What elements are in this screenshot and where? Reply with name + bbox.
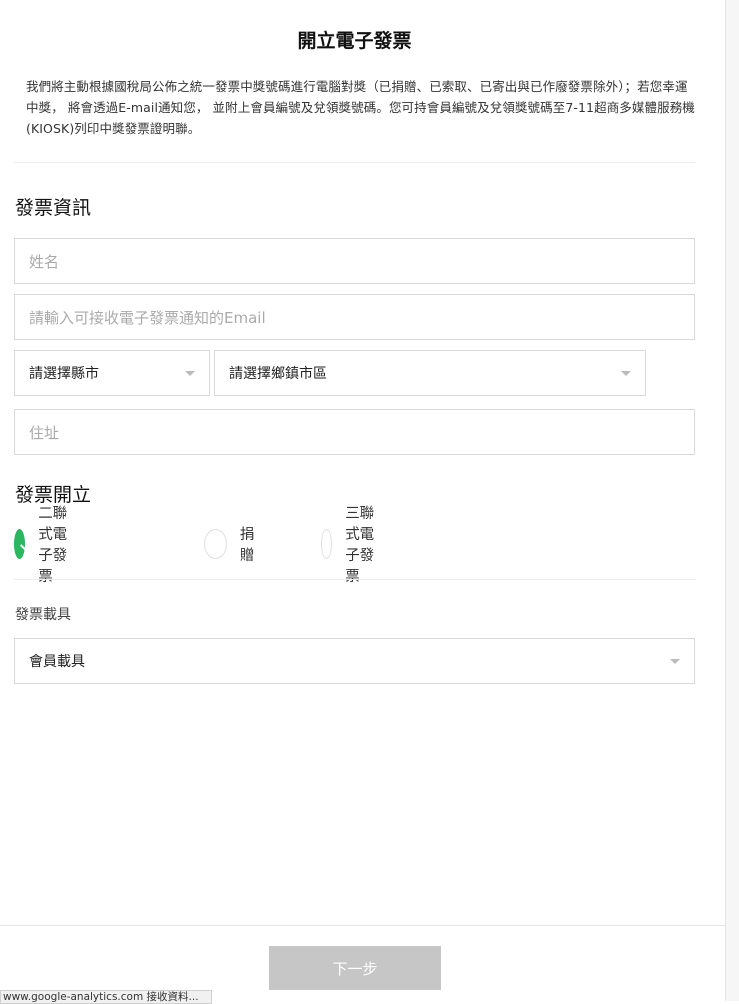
radio-checked-icon [14,529,26,559]
chevron-down-icon [670,659,680,664]
radio-label: 二聯式電子發票 [38,506,68,585]
invoice-info-heading: 發票資訊 [15,197,92,219]
radio-label: 三聯式電子發票 [345,506,375,585]
address-field[interactable]: 住址 [14,409,695,455]
name-field[interactable]: 姓名 [14,238,695,284]
email-field[interactable]: 請輸入可接收電子發票通知的Email [14,294,695,340]
radio-duplicate-invoice[interactable]: 二聯式電子發票 [14,506,72,585]
chevron-down-icon [185,371,195,376]
name-placeholder: 姓名 [29,252,60,271]
radio-donate[interactable]: 捐贈 [204,527,262,564]
lottery-notice: 我們將主動根據國稅局公佈之統一發票中獎號碼進行電腦對獎（已捐贈、已索取、已寄出與… [26,79,695,136]
divider [14,579,695,580]
chevron-down-icon [621,371,631,376]
divider [14,162,695,163]
district-select-value: 請選擇鄉鎮市區 [229,366,327,382]
radio-unchecked-icon [204,529,227,559]
next-button[interactable]: 下一步 [269,946,441,990]
carrier-label: 發票載具 [15,607,71,623]
address-placeholder: 住址 [29,423,60,442]
radio-triplicate-invoice[interactable]: 三聯式電子發票 [321,506,379,585]
carrier-select-value: 會員載具 [29,654,85,670]
district-select[interactable]: 請選擇鄉鎮市區 [214,350,646,396]
window-gutter [726,0,739,1001]
county-select-value: 請選擇縣市 [29,366,99,382]
browser-status-bar: www.google-analytics.com 接收資料... [0,990,212,1004]
page-title: 開立電子發票 [297,30,412,52]
radio-unchecked-icon [321,529,333,559]
carrier-select[interactable]: 會員載具 [14,638,695,684]
county-select[interactable]: 請選擇縣市 [14,350,210,396]
email-placeholder: 請輸入可接收電子發票通知的Email [29,308,266,327]
radio-label: 捐贈 [239,527,255,564]
footer-divider [0,925,725,926]
invoice-form-panel: 開立電子發票 我們將主動根據國稅局公佈之統一發票中獎號碼進行電腦對獎（已捐贈、已… [0,0,725,1001]
